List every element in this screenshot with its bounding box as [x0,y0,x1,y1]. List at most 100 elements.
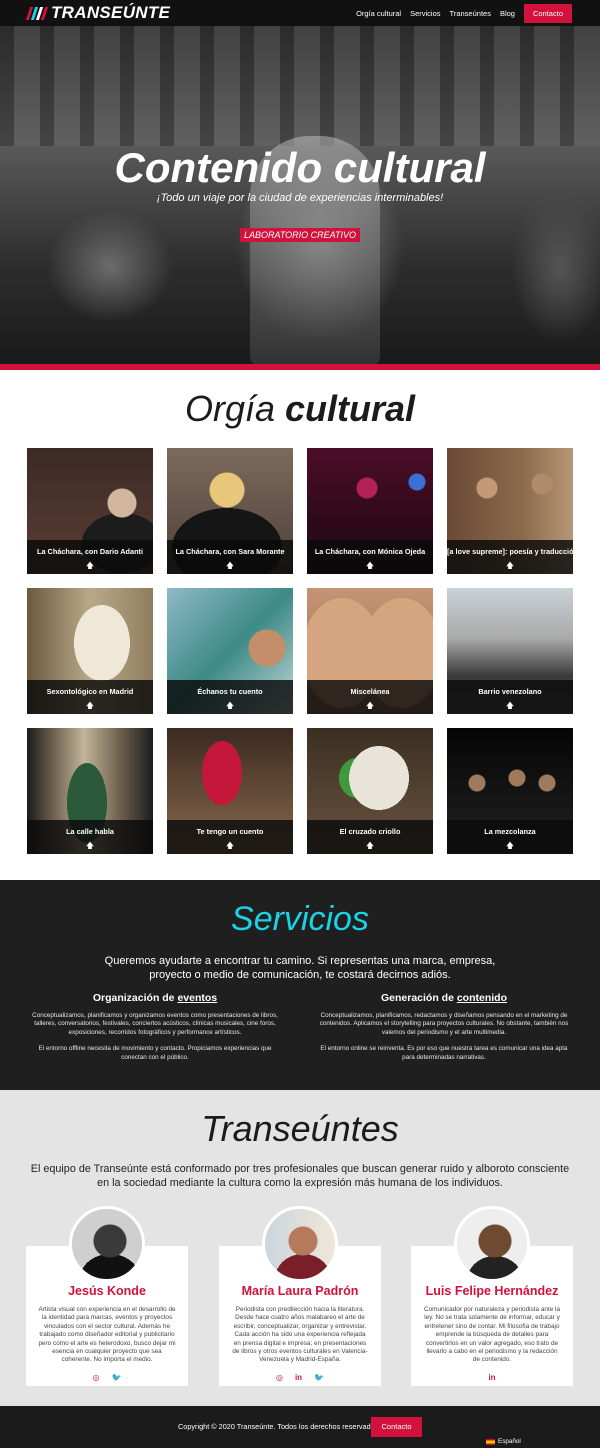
arrow-up-icon[interactable]: 🡅 [167,842,293,850]
twitter-icon[interactable]: 🐦 [314,1374,324,1382]
orgia-card[interactable]: La Cháchara, con Mónica Ojeda 🡅 [307,448,433,574]
linkedin-icon[interactable]: in [295,1374,302,1382]
arrow-up-icon[interactable]: 🡅 [307,702,433,710]
card-label: Miscelánea [350,687,390,696]
social-links: ◎ 🐦 [26,1374,188,1382]
eventos-paragraph-2: El entorno offline necesita de movimient… [38,1045,272,1061]
top-navbar: TRANSEÚNTE Orgía cultural Servicios Tran… [0,0,600,26]
orgia-title-light: Orgía [184,388,275,429]
orgia-card[interactable]: [a love supreme]: poesía y traducción 🡅 [447,448,573,574]
spain-flag-icon [486,1438,495,1445]
person-name: María Laura Padrón [241,1284,359,1298]
arrow-up-icon[interactable]: 🡅 [167,702,293,710]
card-label: La Cháchara, con Sara Morante [175,547,285,556]
card-caption: Échanos tu cuento 🡅 [167,680,293,714]
card-label: La Cháchara, con Mónica Ojeda [314,547,426,556]
orgia-card[interactable]: La mezcolanza 🡅 [447,728,573,854]
card-label: La Cháchara, con Dario Adanti [37,547,143,556]
instagram-icon[interactable]: ◎ [93,1374,100,1382]
card-label: El cruzado criollo [339,827,401,836]
orgia-card[interactable]: La Cháchara, con Sara Morante 🡅 [167,448,293,574]
social-links: ◎ in 🐦 [219,1374,381,1382]
brand-logo[interactable]: TRANSEÚNTE [25,3,171,23]
arrow-up-icon[interactable]: 🡅 [307,842,433,850]
card-caption: La Cháchara, con Mónica Ojeda 🡅 [307,540,433,574]
person-name: Jesús Konde [68,1284,146,1298]
orgia-card[interactable]: Te tengo un cuento 🡅 [167,728,293,854]
eventos-link[interactable]: eventos [177,992,217,1004]
hero-badge: LABORATORIO CREATIVO [239,228,361,242]
contenido-paragraph-2: El entorno online se reinventa. Es por e… [320,1045,568,1061]
card-label: Sexontológico en Madrid [46,687,134,696]
nav-link-transeuntes[interactable]: Transeúntes [450,9,491,18]
person-bio: Comunicador por naturaleza y periodista … [423,1306,561,1364]
servicios-lead: Queremos ayudarte a encontrar tu camino.… [104,955,496,981]
nav-contact-button[interactable]: Contacto [523,3,572,23]
instagram-icon[interactable]: ◎ [276,1374,283,1382]
card-caption: Barrio venezolano 🡅 [447,680,573,714]
card-caption: La mezcolanza 🡅 [447,820,573,854]
hero-background-image [0,26,600,146]
language-selector[interactable]: Español [486,1438,521,1445]
orgia-card[interactable]: La calle habla 🡅 [27,728,153,854]
avatar [69,1206,145,1282]
card-caption: [a love supreme]: poesía y traducción 🡅 [447,540,573,574]
hero-title: Contenido cultural [114,144,486,191]
twitter-icon[interactable]: 🐦 [112,1374,122,1382]
nav-link-orgia[interactable]: Orgía cultural [356,9,401,18]
eventos-paragraph-1: Conceptualizamos, planificamos y organiz… [32,1012,278,1036]
contenido-link[interactable]: contenido [457,992,507,1004]
card-label: La mezcolanza [484,827,536,836]
hero-badge-wrap: LABORATORIO CREATIVO [0,225,600,243]
logo-bars-icon [25,6,49,20]
servicios-contenido-column: Generación de contenido Conceptualizamos… [314,992,574,1070]
avatar [262,1206,338,1282]
transeuntes-title: Transeúntes [201,1108,399,1149]
servicios-title: Servicios [231,900,369,938]
hero-subtitle: ¡Todo un viaje por la ciudad de experien… [156,192,444,204]
card-caption: La calle habla 🡅 [27,820,153,854]
arrow-up-icon[interactable]: 🡅 [447,842,573,850]
orgia-card[interactable]: Miscelánea 🡅 [307,588,433,714]
nav-link-servicios[interactable]: Servicios [410,9,440,18]
card-caption: Sexontológico en Madrid 🡅 [27,680,153,714]
servicios-eventos-column: Organización de eventos Conceptualizamos… [25,992,285,1070]
hero-banner: Contenido cultural ¡Todo un viaje por la… [0,26,600,364]
linkedin-icon[interactable]: in [488,1374,495,1382]
nav-menu: Orgía cultural Servicios Transeúntes Blo… [356,3,572,23]
card-caption: Miscelánea 🡅 [307,680,433,714]
footer: Copyright © 2020 Transeúnte. Todos los d… [0,1406,600,1448]
team-card-luis: Luis Felipe Hernández Comunicador por na… [411,1206,573,1386]
arrow-up-icon[interactable]: 🡅 [27,702,153,710]
brand-name: TRANSEÚNTE [51,3,171,22]
person-bio: Periodista con predilección hacia la lit… [232,1306,368,1364]
orgia-card[interactable]: Barrio venezolano 🡅 [447,588,573,714]
arrow-up-icon[interactable]: 🡅 [307,562,433,570]
avatar [454,1206,530,1282]
card-label: Échanos tu cuento [197,687,263,696]
footer-contact-button[interactable]: Contacto [371,1417,422,1437]
arrow-up-icon[interactable]: 🡅 [447,702,573,710]
orgia-card[interactable]: La Cháchara, con Dario Adanti 🡅 [27,448,153,574]
servicios-section: Servicios Queremos ayudarte a encontrar … [0,880,600,1090]
card-label: Barrio venezolano [478,687,542,696]
hero-accent-strip [0,364,600,370]
card-caption: La Cháchara, con Sara Morante 🡅 [167,540,293,574]
orgia-card[interactable]: Sexontológico en Madrid 🡅 [27,588,153,714]
arrow-up-icon[interactable]: 🡅 [447,562,573,570]
card-caption: La Cháchara, con Dario Adanti 🡅 [27,540,153,574]
arrow-up-icon[interactable]: 🡅 [27,562,153,570]
orgia-section-title: Orgía cultural [0,388,600,430]
card-label: Te tengo un cuento [196,827,264,836]
footer-copyright: Copyright © 2020 Transeúnte. Todos los d… [178,1422,381,1431]
card-caption: Te tengo un cuento 🡅 [167,820,293,854]
nav-link-blog[interactable]: Blog [500,9,515,18]
person-name: Luis Felipe Hernández [425,1284,559,1298]
arrow-up-icon[interactable]: 🡅 [167,562,293,570]
card-label: La calle habla [66,827,114,836]
language-label: Español [498,1438,521,1445]
transeuntes-section: Transeúntes El equipo de Transeúnte está… [0,1090,600,1406]
arrow-up-icon[interactable]: 🡅 [27,842,153,850]
orgia-card[interactable]: El cruzado criollo 🡅 [307,728,433,854]
orgia-card[interactable]: Échanos tu cuento 🡅 [167,588,293,714]
